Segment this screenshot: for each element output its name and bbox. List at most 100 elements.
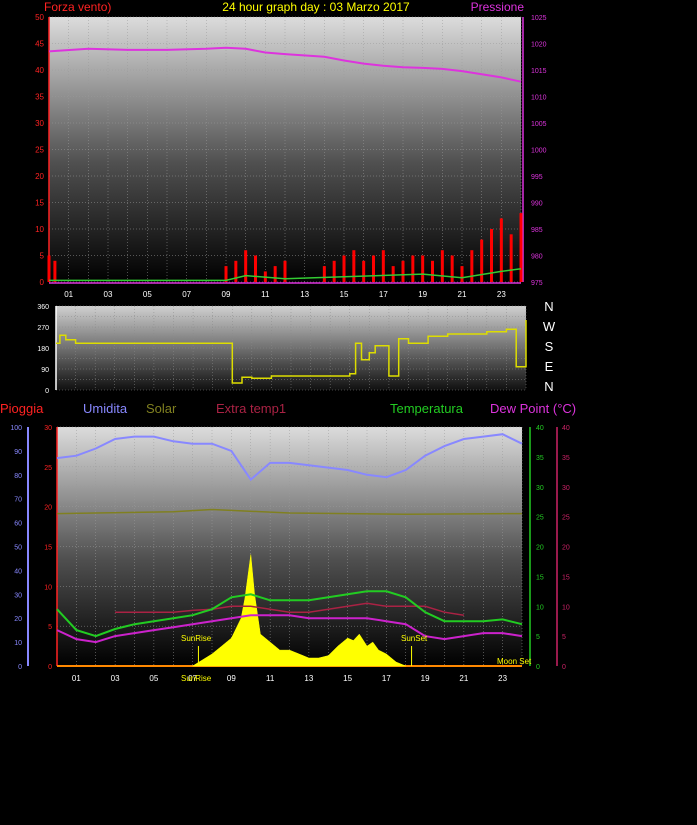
top-y2tick-label: 995: [531, 174, 543, 181]
humidity-ytick-label: 80: [14, 473, 22, 480]
dir-ytick-label: 270: [37, 325, 49, 332]
rain-ytick-label: 10: [44, 584, 52, 591]
top-xtick-label: 09: [222, 290, 231, 299]
rain-ytick-label: 20: [44, 505, 52, 512]
humidity-ytick-label: 0: [18, 664, 22, 671]
top-xtick-label: 05: [143, 290, 152, 299]
wind-bar: [391, 266, 395, 282]
label-pioggia: Pioggia: [0, 401, 44, 416]
humidity-ytick-label: 30: [14, 592, 22, 599]
dew-ytick-label: 20: [562, 545, 570, 552]
dir-ytick-label: 0: [45, 388, 49, 395]
wind-bar: [254, 255, 257, 282]
wind-bar: [47, 255, 51, 282]
dew-ytick-label: 35: [562, 455, 570, 462]
top-xtick-label: 23: [497, 290, 506, 299]
humidity-ytick-label: 10: [14, 640, 22, 647]
top-ytick-label: 5: [40, 252, 45, 261]
dir-label-s: S: [545, 339, 554, 354]
top-y2tick-label: 985: [531, 227, 543, 234]
temp-ytick-label: 0: [536, 664, 540, 671]
wind-bar: [470, 250, 474, 282]
wind-bar: [450, 255, 454, 282]
dew-ytick-label: 25: [562, 515, 570, 522]
humidity-ytick-label: 20: [14, 616, 22, 623]
wind-bar: [381, 250, 385, 282]
wind-bar: [401, 260, 405, 282]
temp-ytick-label: 15: [536, 574, 544, 581]
wind-bar: [332, 260, 336, 282]
wind-bar: [519, 213, 523, 282]
top-xtick-label: 15: [340, 290, 349, 299]
right-axis-title: Pressione: [471, 0, 525, 14]
dew-ytick-label: 5: [562, 634, 566, 641]
top-y2tick-label: 1015: [531, 68, 547, 75]
dew-ytick-label: 0: [562, 664, 566, 671]
top-xtick-label: 19: [418, 290, 427, 299]
label-solar: Solar: [146, 401, 177, 416]
top-xtick-label: 13: [300, 290, 309, 299]
top-xtick-label: 03: [104, 290, 113, 299]
dir-label-w: W: [543, 319, 556, 334]
top-ytick-label: 30: [35, 119, 44, 128]
dir-ytick-label: 180: [37, 346, 49, 353]
wind-bar: [372, 255, 375, 282]
bottom-xtick-label: 15: [343, 674, 352, 683]
humidity-ytick-label: 50: [14, 545, 22, 552]
bottom-xtick-label: 03: [111, 674, 120, 683]
wind-bar: [499, 218, 503, 282]
temp-ytick-label: 10: [536, 604, 544, 611]
top-xtick-label: 11: [261, 290, 270, 299]
top-ytick-label: 10: [35, 225, 44, 234]
bottom-xtick-label: 01: [72, 674, 81, 683]
temp-ytick-label: 20: [536, 545, 544, 552]
humidity-ytick-label: 70: [14, 497, 22, 504]
wind-bar: [244, 250, 248, 282]
temp-ytick-label: 30: [536, 485, 544, 492]
bottom-xtick-label: 11: [266, 674, 275, 683]
rain-ytick-label: 0: [48, 664, 52, 671]
rain-ytick-label: 30: [44, 425, 52, 432]
dir-ytick-label: 90: [41, 367, 49, 374]
top-xtick-label: 21: [458, 290, 467, 299]
top-xtick-label: 01: [64, 290, 73, 299]
top-y2tick-label: 1000: [531, 148, 547, 155]
bottom-xtick-label: 13: [304, 674, 313, 683]
rain-ytick-label: 5: [48, 624, 52, 631]
top-y2tick-label: 1005: [531, 121, 547, 128]
rain-ytick-label: 25: [44, 465, 52, 472]
rain-ytick-label: 15: [44, 545, 52, 552]
humidity-ytick-label: 90: [14, 449, 22, 456]
dew-ytick-label: 10: [562, 604, 570, 611]
temp-ytick-label: 5: [536, 634, 540, 641]
wind-bar: [480, 239, 484, 282]
top-y2tick-label: 980: [531, 254, 543, 261]
bottom-xtick-label: 21: [459, 674, 468, 683]
temp-ytick-label: 25: [536, 515, 544, 522]
top-y2tick-label: 1010: [531, 95, 547, 102]
bottom-xtick-label: 05: [149, 674, 158, 683]
dir-label-e: E: [545, 359, 554, 374]
top-ytick-label: 45: [35, 40, 44, 49]
moonset-label: Moon Set: [497, 657, 532, 666]
wind-bar: [431, 260, 434, 282]
top-xtick-label: 17: [379, 290, 388, 299]
wind-bar: [490, 229, 493, 282]
top-ytick-label: 50: [35, 13, 44, 22]
top-ytick-label: 15: [35, 199, 44, 208]
wind-bar: [440, 250, 444, 282]
top-ytick-label: 20: [35, 172, 44, 181]
chart-title: 24 hour graph day : 03 Marzo 2017: [222, 0, 410, 14]
dir-label-n-bottom: N: [544, 379, 553, 394]
label-temperatura: Temperatura: [390, 401, 464, 416]
top-ytick-label: 0: [40, 278, 45, 287]
wind-bar: [509, 234, 513, 282]
dir-label-n-top: N: [544, 299, 553, 314]
dew-ytick-label: 40: [562, 425, 570, 432]
bottom-xtick-label: 09: [227, 674, 236, 683]
wind-bar: [421, 255, 425, 282]
bottom-xtick-label: 23: [498, 674, 507, 683]
temp-ytick-label: 35: [536, 455, 544, 462]
temp-ytick-label: 40: [536, 425, 544, 432]
humidity-ytick-label: 40: [14, 568, 22, 575]
